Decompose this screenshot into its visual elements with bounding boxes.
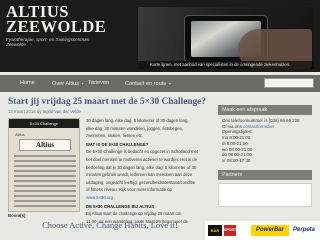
opening-hours-row: vr 08:00-17:30 (222, 157, 251, 163)
post-line: Bij Altius start de challenge op vrijdag… (86, 211, 182, 217)
post-subheading: WAT IS DE 5×30 CHALLENGE? (86, 141, 149, 147)
page: ALTIUS ZEEWOLDE Fysiotherapie, sport- en… (0, 0, 320, 240)
post-image-line (14, 205, 76, 207)
contact-prefix: Of via ons (222, 123, 242, 129)
post-image-line (14, 175, 76, 177)
post-image-line (14, 185, 76, 187)
post-author-link[interactable]: Ingrid van der Velde (43, 109, 81, 114)
main-nav: Home Over Altius ▾ Tarieven Contact en r… (0, 75, 320, 92)
post-line: elke dag, 30 minuten wandelen, joggen, f… (86, 125, 184, 131)
chevron-down-icon: ▾ (168, 81, 171, 86)
partner-logo-bar[interactable]: BAR (208, 225, 222, 236)
post-line: bedoeling dat je 30 dagen lang, elke dag… (86, 164, 197, 170)
post-date: 12 maart 2016 by (8, 109, 42, 114)
post-image-line (14, 190, 76, 192)
post-trailing-text: Boom(s) (8, 213, 26, 218)
post-line: of fitness niveau. Kijk voor meer inform… (86, 187, 172, 193)
nav-item-contact-label: Contact en route (125, 81, 167, 87)
post-line: het doel mensen te motiveren actiever te… (86, 156, 198, 162)
post-image-logo: Altius (19, 139, 71, 151)
post-title[interactable]: Start jij vrijdag 25 maart met de 5×30 C… (8, 97, 212, 108)
post-image-line (14, 160, 76, 162)
post-line: zwemmen, skaten, fietsen etc. (86, 133, 144, 139)
post-image[interactable]: 5×30 Challenge Altius Altius (8, 118, 80, 212)
post-image-line (14, 200, 76, 202)
post-image-line (14, 165, 76, 167)
sidebar: Maak een afspraak Ons telefoonnummer is … (218, 105, 312, 207)
post-line: 30 dagen lang, elke dag, 5 kilometer of … (86, 118, 189, 123)
post-external-link[interactable]: www.5×30.org (86, 195, 212, 201)
site-logo[interactable]: ALTIUS ZEEWOLDE Fysiotherapie, sport- en… (6, 3, 136, 47)
partners-box (218, 182, 312, 207)
post-image-text (14, 155, 76, 210)
widget-title-partners: Partners (218, 169, 312, 180)
site-tagline-place: Zeewolde (6, 42, 26, 47)
partner-logo-powerbar[interactable]: PowerBar (251, 225, 289, 236)
post-body: 5×30 Challenge Altius Altius 30 dagen la… (8, 118, 212, 224)
contact-form-link[interactable]: contactformulier (243, 124, 274, 129)
nav-item-over-altius[interactable]: Over Altius ▾ (52, 75, 84, 92)
search-input[interactable] (264, 78, 314, 88)
partner-logo-perpeta[interactable]: Perpeta (291, 225, 317, 236)
post-image-line (14, 195, 76, 197)
post-text: 30 dagen lang, elke dag, 5 kilometer of … (86, 118, 212, 226)
nav-item-contact[interactable]: Contact en route ▾ (125, 75, 171, 92)
chevron-down-icon: ▾ (81, 81, 84, 86)
nav-item-home[interactable]: Home (20, 75, 35, 92)
post-line: minuten gebruik wordt, iedereen kan meed… (86, 172, 193, 178)
nav-item-over-altius-label: Over Altius (52, 81, 80, 87)
next-post-title[interactable]: Choose Active, Change Habits, Love it! (8, 220, 212, 230)
partner-logo-sport[interactable]: SPORT (224, 225, 236, 236)
post-image-name: Altius (15, 132, 25, 137)
hero-caption: Korte lijnen, met aanbod van specialiste… (138, 61, 314, 69)
main-content: Start jij vrijdag 25 maart met de 5×30 C… (8, 97, 212, 240)
post-meta: 12 maart 2016 by Ingrid van der Velde (8, 109, 212, 114)
partner-logos: BAR SPORT PowerBar Perpeta (205, 221, 320, 240)
widget-appointment: Ons telefoonnummer is (036) 84 69 228 Of… (218, 115, 312, 166)
nav-item-home-label: Home (20, 80, 35, 86)
post-image-line (14, 180, 76, 182)
site-title-line2: ZEEWOLDE (6, 17, 107, 36)
post-line: uitdaging, ongeacht leeftijd, gezondheid… (86, 179, 196, 185)
site-header: ALTIUS ZEEWOLDE Fysiotherapie, sport- en… (0, 0, 320, 72)
post-subheading: DE 5×30 CHALLENGE BIJ ALTIUS (86, 203, 155, 209)
post-image-line (14, 170, 76, 172)
post-image-line (14, 155, 76, 157)
post-image-header: 5×30 Challenge (9, 119, 79, 128)
widget-title-appointment: Maak een afspraak (218, 105, 312, 115)
post-line: De 5×30 Challenge is bedacht en opgezet … (86, 149, 199, 155)
hero-image: Korte lijnen, met aanbod van specialiste… (138, 7, 314, 69)
nav-item-tarieven[interactable]: Tarieven (88, 75, 109, 92)
nav-item-tarieven-label: Tarieven (88, 80, 110, 86)
